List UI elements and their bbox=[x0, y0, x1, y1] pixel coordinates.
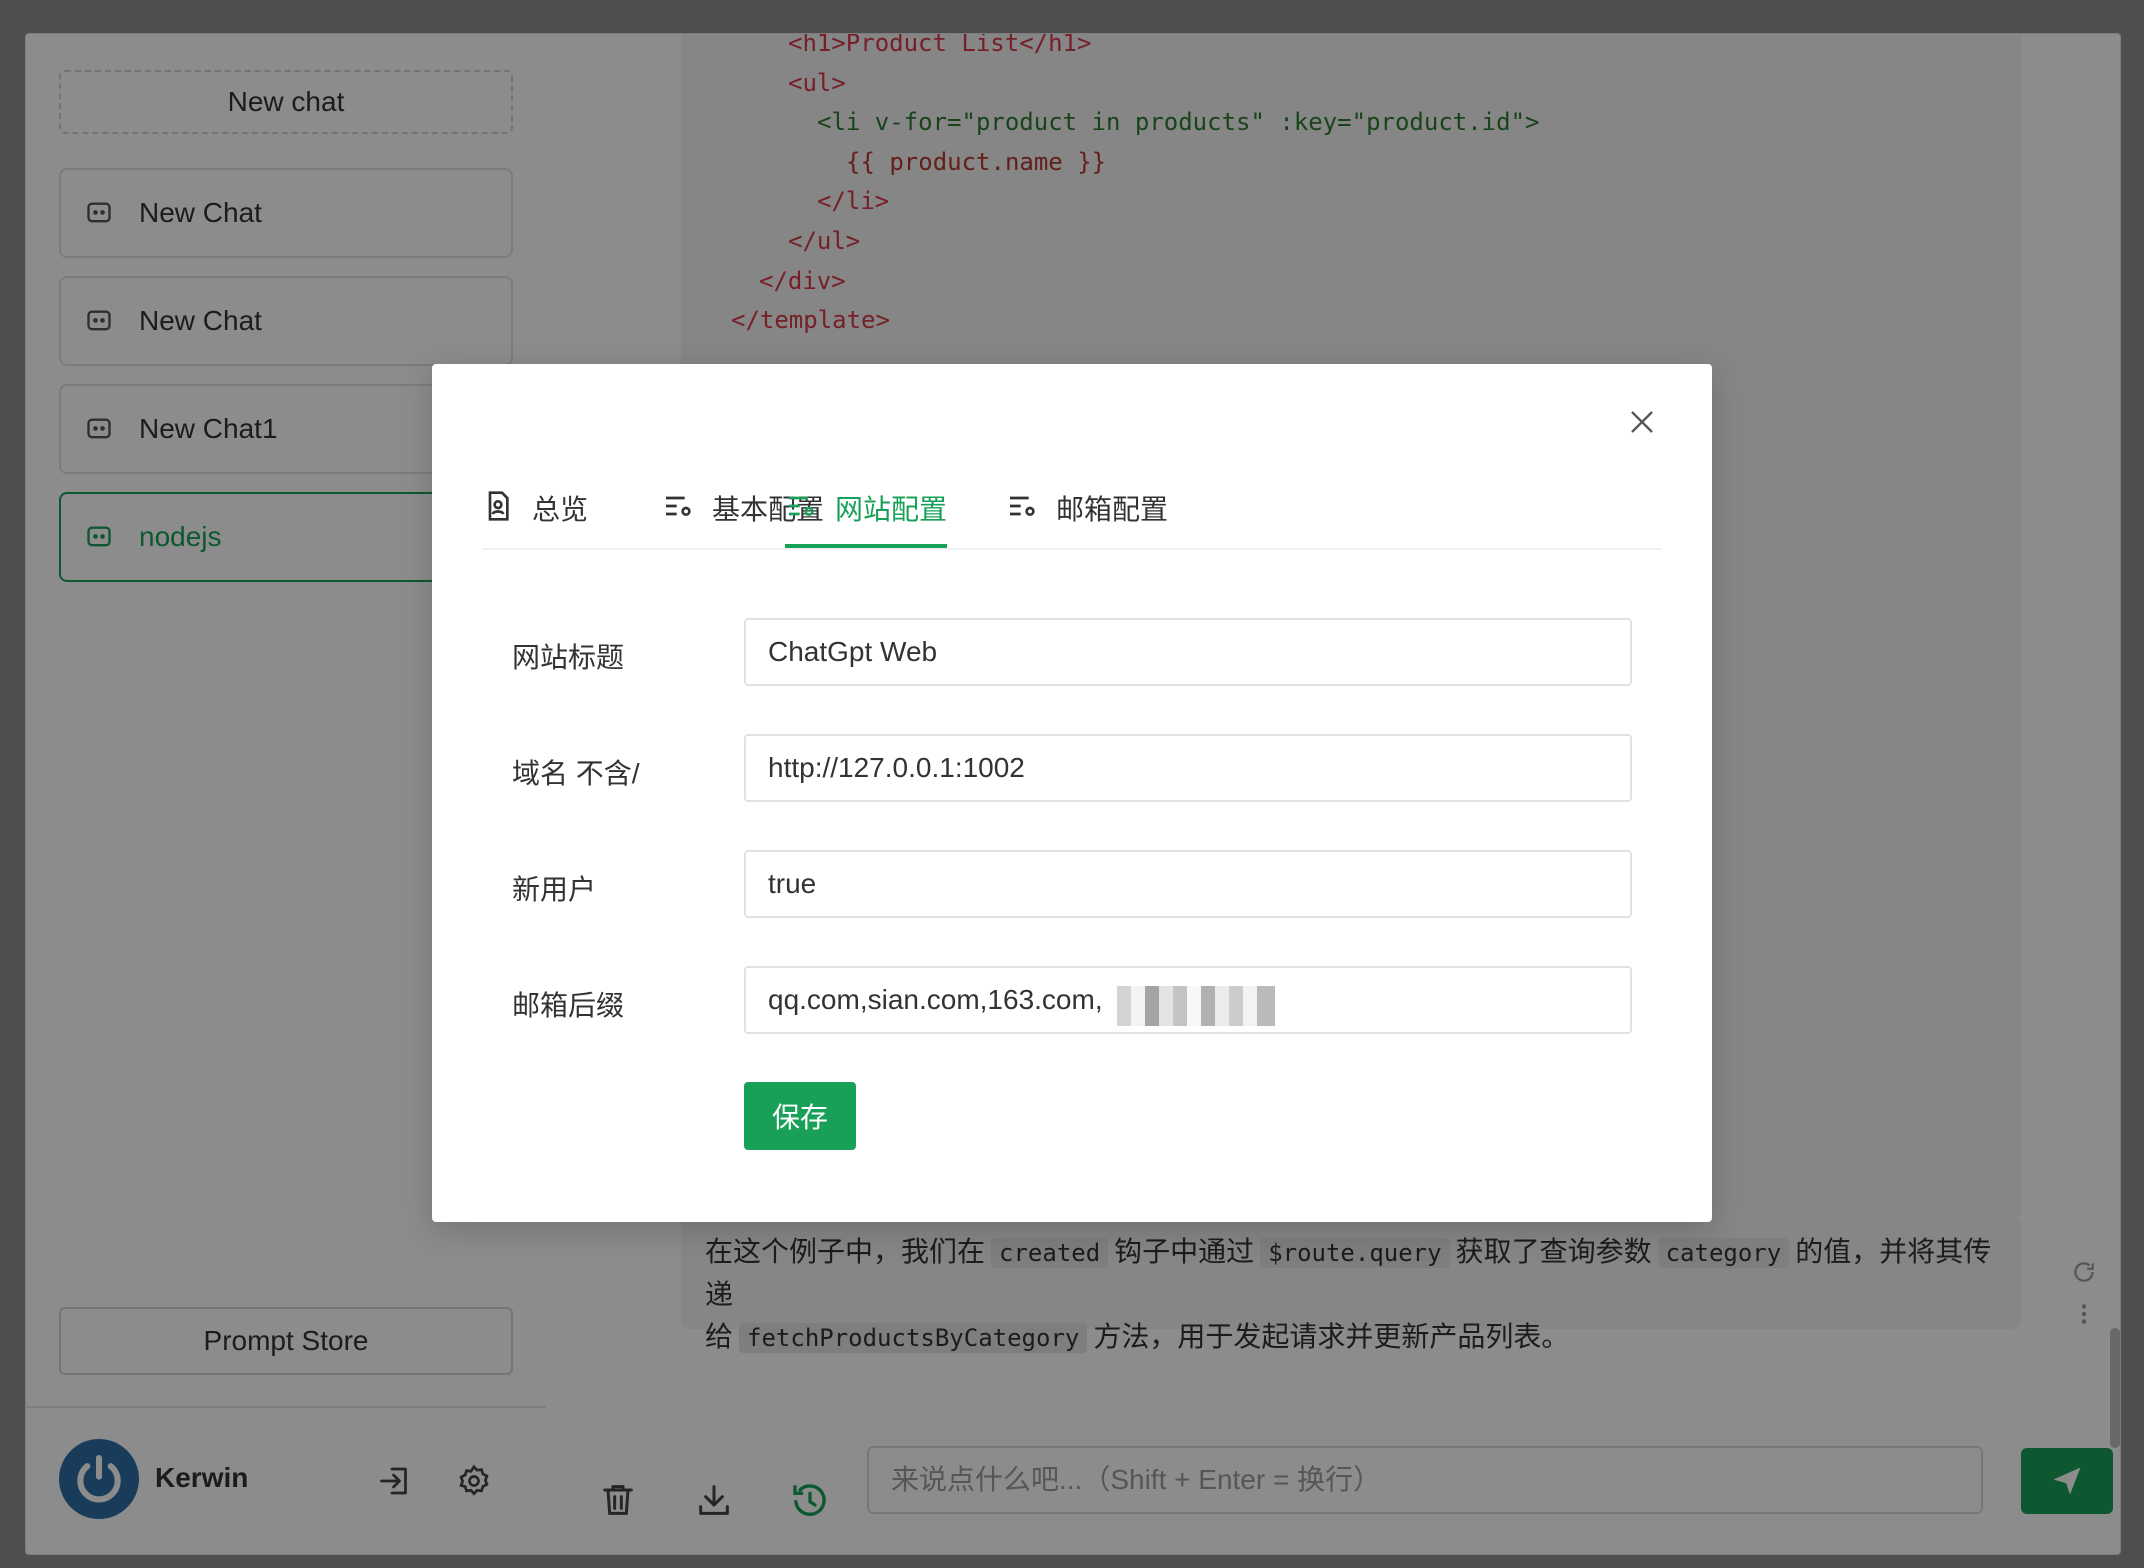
form-row-email-suffix: 邮箱后缀 bbox=[512, 966, 1632, 1036]
close-button[interactable] bbox=[1622, 402, 1662, 442]
tab-label: 邮箱配置 bbox=[1056, 494, 1169, 525]
list-settings-icon bbox=[789, 496, 814, 516]
list-settings-icon bbox=[666, 496, 691, 516]
form-row-new-user: 新用户 bbox=[512, 850, 1632, 920]
site-title-input[interactable] bbox=[744, 618, 1632, 686]
new-user-input[interactable] bbox=[744, 850, 1632, 918]
tab-label: 总览 bbox=[532, 494, 589, 525]
email-suffix-label: 邮箱后缀 bbox=[512, 990, 625, 1021]
redacted-text-mask bbox=[1117, 986, 1275, 1026]
close-icon bbox=[1631, 411, 1653, 433]
tab-email-config[interactable]: 邮箱配置 bbox=[1006, 488, 1168, 546]
tab-label: 网站配置 bbox=[835, 494, 948, 525]
list-settings-icon bbox=[1010, 496, 1035, 516]
new-user-label: 新用户 bbox=[512, 874, 597, 905]
save-button[interactable]: 保存 bbox=[744, 1082, 856, 1150]
domain-input[interactable] bbox=[744, 734, 1632, 802]
tab-site-config[interactable]: 网站配置 bbox=[785, 488, 948, 548]
domain-label: 域名 不含/ bbox=[512, 758, 640, 789]
settings-tabs: 总览 基本配置 网站配置 邮箱配置 bbox=[482, 488, 1662, 550]
tab-overview[interactable]: 总览 bbox=[482, 488, 588, 546]
profile-document-icon bbox=[488, 491, 509, 521]
settings-modal: 总览 基本配置 网站配置 邮箱配置 网站标题 域名 不含/ 新用户 邮箱后缀 保… bbox=[432, 364, 1712, 1222]
form-row-site-title: 网站标题 bbox=[512, 618, 1632, 688]
site-title-label: 网站标题 bbox=[512, 642, 625, 673]
form-row-domain: 域名 不含/ bbox=[512, 734, 1632, 804]
